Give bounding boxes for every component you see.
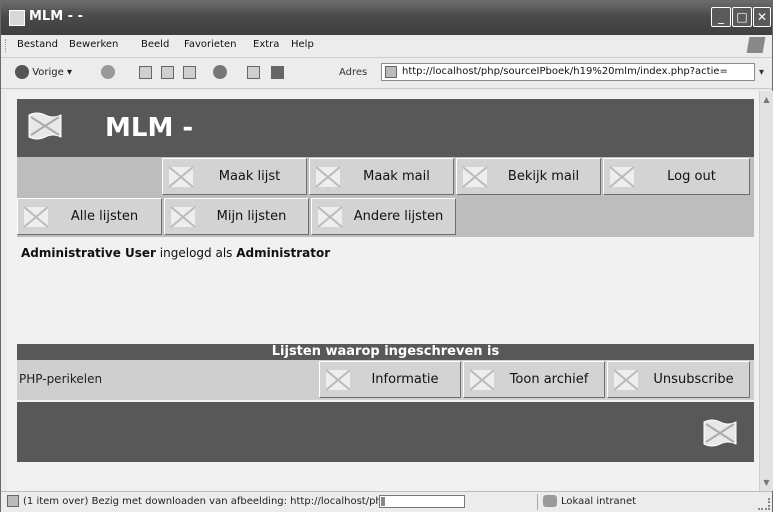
refresh-button[interactable] (161, 64, 174, 82)
nav-row-2: Alle lijsten Mijn lijsten Andere lijsten (17, 197, 754, 237)
menu-help[interactable]: Help (291, 39, 314, 50)
unsubscribe-button[interactable]: Unsubscribe (607, 361, 750, 398)
flag-icon (170, 206, 196, 228)
flag-icon (325, 369, 351, 391)
browser-window: MLM - - _ □ ✕ Bestand Bewerken Beeld Fav… (0, 0, 773, 512)
back-label: Vorige (32, 67, 64, 78)
logged-in-user: Administrative User (21, 246, 156, 260)
button-label: Informatie (371, 372, 439, 387)
stop-icon (139, 65, 152, 79)
menu-beeld[interactable]: Beeld (141, 39, 169, 50)
forward-button[interactable] (101, 64, 115, 82)
print-icon (247, 65, 260, 79)
status-bar: (1 item over) Bezig met downloaden van a… (1, 491, 772, 512)
toolbar: Vorige ▾ Adres http://localhost/php/sour… (1, 58, 772, 89)
login-status: Administrative User ingelogd als Adminis… (21, 246, 330, 260)
nav-row-1: Maak lijst Maak mail Bekijk mail Log out (17, 157, 754, 197)
page-viewport: MLM - Maak lijst Maak mail Bekijk mail L… (7, 91, 759, 491)
button-label: Toon archief (509, 372, 589, 387)
edit-button[interactable] (271, 64, 284, 82)
flag-icon (315, 166, 341, 188)
ie-app-icon (9, 10, 25, 26)
window-title: MLM - - (29, 9, 83, 24)
address-input[interactable]: http://localhost/php/sourceIPboek/h19%20… (381, 63, 755, 81)
log-out-button[interactable]: Log out (603, 158, 750, 195)
page-footer (17, 402, 754, 462)
chevron-down-icon: ▾ (66, 67, 72, 78)
stop-button[interactable] (139, 64, 152, 82)
print-button[interactable] (247, 64, 260, 82)
menu-bewerken[interactable]: Bewerken (69, 39, 118, 50)
loading-page-icon (7, 495, 19, 507)
minimize-button[interactable]: _ (711, 7, 731, 27)
windows-logo-icon (746, 37, 766, 53)
andere-lijsten-button[interactable]: Andere lijsten (311, 198, 456, 235)
status-divider (537, 494, 538, 510)
button-label: Maak mail (363, 169, 430, 184)
menu-bestand[interactable]: Bestand (17, 39, 58, 50)
button-label: Andere lijsten (353, 209, 444, 224)
address-url: http://localhost/php/sourceIPboek/h19%20… (402, 66, 728, 77)
address-dropdown-icon[interactable]: ▾ (759, 67, 764, 78)
page-title: MLM - (105, 113, 194, 143)
status-message: (1 item over) Bezig met downloaden van a… (23, 496, 392, 507)
mijn-lijsten-button[interactable]: Mijn lijsten (164, 198, 309, 235)
button-label: Mijn lijsten (216, 209, 287, 224)
user-role: Administrator (236, 246, 331, 260)
back-button[interactable]: Vorige ▾ (15, 64, 72, 82)
flag-logo-icon (703, 419, 737, 447)
back-arrow-icon (15, 65, 29, 79)
home-button[interactable] (183, 64, 196, 82)
button-label: Alle lijsten (70, 209, 139, 224)
menu-grip (5, 39, 8, 53)
list-name: PHP-perikelen (19, 372, 103, 386)
page-header: MLM - (17, 99, 754, 157)
refresh-icon (161, 65, 174, 79)
scroll-up-icon[interactable]: ▲ (762, 95, 771, 104)
address-label: Adres (339, 67, 368, 78)
menu-extra[interactable]: Extra (253, 39, 279, 50)
flag-icon (168, 166, 194, 188)
button-label: Unsubscribe (653, 372, 734, 387)
maak-mail-button[interactable]: Maak mail (309, 158, 454, 195)
flag-logo-icon (28, 112, 62, 140)
login-status-text: ingelogd als (155, 246, 237, 260)
intranet-zone-icon (543, 495, 557, 507)
security-zone: Lokaal intranet (561, 496, 637, 507)
home-icon (183, 65, 196, 79)
toon-archief-button[interactable]: Toon archief (463, 361, 605, 398)
maximize-button[interactable]: □ (732, 7, 752, 27)
menu-bar: Bestand Bewerken Beeld Favorieten Extra … (1, 35, 772, 58)
vertical-scrollbar[interactable]: ▲ ▼ (759, 91, 773, 491)
flag-icon (462, 166, 488, 188)
progress-fill (381, 497, 385, 506)
informatie-button[interactable]: Informatie (319, 361, 461, 398)
button-label: Bekijk mail (507, 169, 580, 184)
edit-icon (271, 65, 284, 79)
alle-lijsten-button[interactable]: Alle lijsten (17, 198, 162, 235)
list-item: PHP-perikelen Informatie Toon archief Un… (17, 360, 754, 400)
resize-grip-icon[interactable] (758, 498, 770, 510)
menu-favorieten[interactable]: Favorieten (184, 39, 236, 50)
flag-icon (609, 166, 635, 188)
flag-icon (317, 206, 343, 228)
history-icon (213, 65, 227, 79)
flag-icon (469, 369, 495, 391)
scroll-down-icon[interactable]: ▼ (762, 478, 771, 487)
title-bar: MLM - - _ □ ✕ (1, 1, 772, 35)
forward-arrow-icon (101, 65, 115, 79)
flag-icon (23, 206, 49, 228)
download-progress-bar (379, 495, 465, 508)
bekijk-mail-button[interactable]: Bekijk mail (456, 158, 601, 195)
page-icon (385, 66, 397, 78)
flag-icon (613, 369, 639, 391)
history-button[interactable] (213, 64, 227, 82)
button-label: Maak lijst (218, 169, 281, 184)
button-label: Log out (667, 169, 716, 184)
subscribed-lists-header: Lijsten waarop ingeschreven is (17, 344, 754, 360)
maak-lijst-button[interactable]: Maak lijst (162, 158, 307, 195)
close-button[interactable]: ✕ (753, 7, 771, 27)
